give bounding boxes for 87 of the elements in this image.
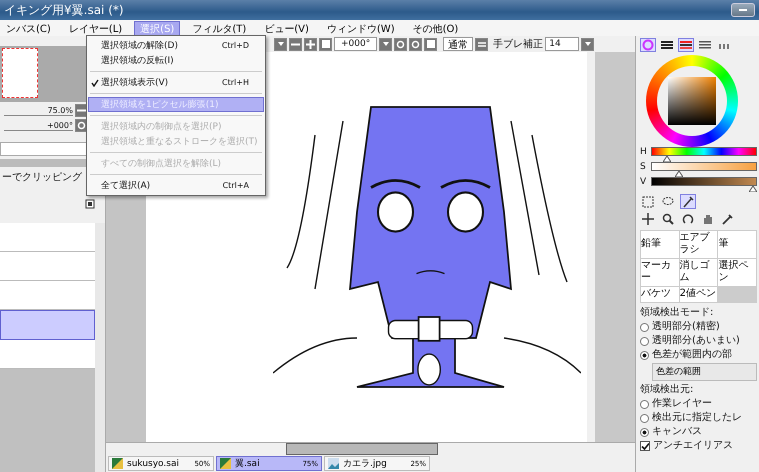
flip-button[interactable] xyxy=(475,38,488,50)
dropdown-button[interactable] xyxy=(379,38,392,50)
menu-item[interactable]: ウィンドウ(W) xyxy=(320,20,401,36)
reset-button[interactable] xyxy=(424,38,438,50)
color-slider[interactable] xyxy=(651,147,757,162)
color-slider[interactable] xyxy=(651,162,757,177)
wand-icon xyxy=(682,196,694,208)
radio-option[interactable]: 透明部分(精密) xyxy=(640,320,759,334)
option-label: 領域検出元: xyxy=(640,383,694,397)
rect-select-icon xyxy=(642,196,654,208)
brush-preset[interactable]: 2値ペン xyxy=(680,287,718,302)
menu-item[interactable]: フィルタ(T) xyxy=(186,20,252,36)
radio-option[interactable]: 透明部分(あいまい) xyxy=(640,334,759,348)
zoom-value: 75.0% xyxy=(4,106,73,116)
dropdown-button[interactable] xyxy=(274,38,287,50)
radio-option[interactable]: キャンバス xyxy=(640,425,759,439)
slider-label: V xyxy=(640,177,648,187)
rect-select-tool[interactable] xyxy=(640,194,656,209)
zoom-in-button[interactable] xyxy=(304,38,317,50)
menu-item[interactable]: 選択領域の反転(I) xyxy=(88,53,264,68)
menu-item[interactable]: 選択領域表示(V) Ctrl+H xyxy=(88,75,264,90)
angle-field[interactable]: +000° xyxy=(334,37,378,51)
reset-button[interactable] xyxy=(319,38,332,50)
stabilizer-label: 手ブレ補正 xyxy=(493,38,544,51)
plus-icon xyxy=(306,40,315,48)
zoom-out-button[interactable] xyxy=(289,38,302,50)
hsv-icon xyxy=(680,39,692,51)
check-icon xyxy=(641,442,649,450)
swatches-icon xyxy=(699,39,711,51)
brush-preset[interactable]: バケツ xyxy=(641,287,679,302)
lasso-icon xyxy=(662,196,674,208)
minimize-button[interactable] xyxy=(731,3,755,17)
color-range-button[interactable]: 色差の範囲 xyxy=(652,363,757,381)
wand-tool[interactable] xyxy=(680,194,696,209)
caret-icon xyxy=(382,40,390,48)
eyedropper-icon xyxy=(722,212,734,224)
rotate-icon xyxy=(682,212,694,224)
document-icon xyxy=(112,458,123,469)
rgb-mode-button[interactable] xyxy=(659,38,675,52)
slider-label: H xyxy=(640,147,648,157)
window-title: イキング用¥翼.sai (*) xyxy=(4,2,124,18)
navigator-thumbnail xyxy=(2,48,38,98)
new-layer-icon[interactable] xyxy=(85,199,95,209)
radio-option[interactable]: 作業レイヤー xyxy=(640,397,759,411)
menu-item[interactable]: レイヤー(L) xyxy=(62,20,128,36)
menu-item[interactable]: ンバス(C) xyxy=(0,20,57,36)
horizontal-scrollbar[interactable] xyxy=(106,442,635,455)
color-slider[interactable] xyxy=(651,177,757,192)
option-label: 領域検出モード: xyxy=(640,306,714,320)
brush-preset[interactable]: 選択ペン xyxy=(718,259,756,286)
zoom-icon xyxy=(662,212,674,224)
brush-preset[interactable]: 筆 xyxy=(718,231,756,258)
menu-item[interactable]: 選択領域の解除(D) Ctrl+D xyxy=(88,38,264,53)
brush-preset[interactable]: 消しゴム xyxy=(680,259,718,286)
document-icon xyxy=(220,458,231,469)
stabilizer-field[interactable]: 14 xyxy=(545,37,580,51)
image-icon xyxy=(328,458,339,469)
menu-item[interactable]: ビュー(V) xyxy=(258,20,315,36)
dropdown-button[interactable] xyxy=(581,38,594,50)
zoom-tool[interactable] xyxy=(660,211,676,226)
antialias-checkbox[interactable]: アンチエイリアス xyxy=(640,439,759,453)
brush-preset[interactable]: マーカー xyxy=(641,259,679,286)
hsv-mode-button[interactable] xyxy=(678,38,694,52)
radio-option[interactable]: 検出元に指定したレ xyxy=(640,411,759,425)
move-tool[interactable] xyxy=(640,211,656,226)
square-icon xyxy=(426,40,435,48)
rgb-icon xyxy=(661,39,673,51)
menu-item[interactable]: その他(O) xyxy=(406,20,464,36)
wheel-icon xyxy=(642,39,654,51)
clipping-label: ーでクリッピング xyxy=(1,171,83,185)
move-icon xyxy=(642,212,654,224)
brush-preset[interactable]: 鉛筆 xyxy=(641,231,679,258)
caret-icon xyxy=(584,40,592,48)
square-icon xyxy=(322,40,330,48)
vertical-scrollbar[interactable] xyxy=(587,52,635,442)
slider-label: S xyxy=(640,162,647,172)
menu-item[interactable]: 全て選択(A) Ctrl+A xyxy=(88,178,264,193)
rotate-left-button[interactable] xyxy=(394,38,408,50)
scrollbar-thumb[interactable] xyxy=(286,443,438,455)
rotate-right-button[interactable] xyxy=(409,38,422,50)
angle-value: +000° xyxy=(4,120,73,130)
radio-option[interactable]: 色差が範囲内の部 xyxy=(640,348,759,362)
brush-preset[interactable]: エアブラシ xyxy=(680,231,718,258)
caret-icon xyxy=(276,40,284,48)
layer-row[interactable] xyxy=(0,310,95,340)
blend-mode-button[interactable]: 通常 xyxy=(443,37,474,51)
flip-icon xyxy=(476,40,487,48)
